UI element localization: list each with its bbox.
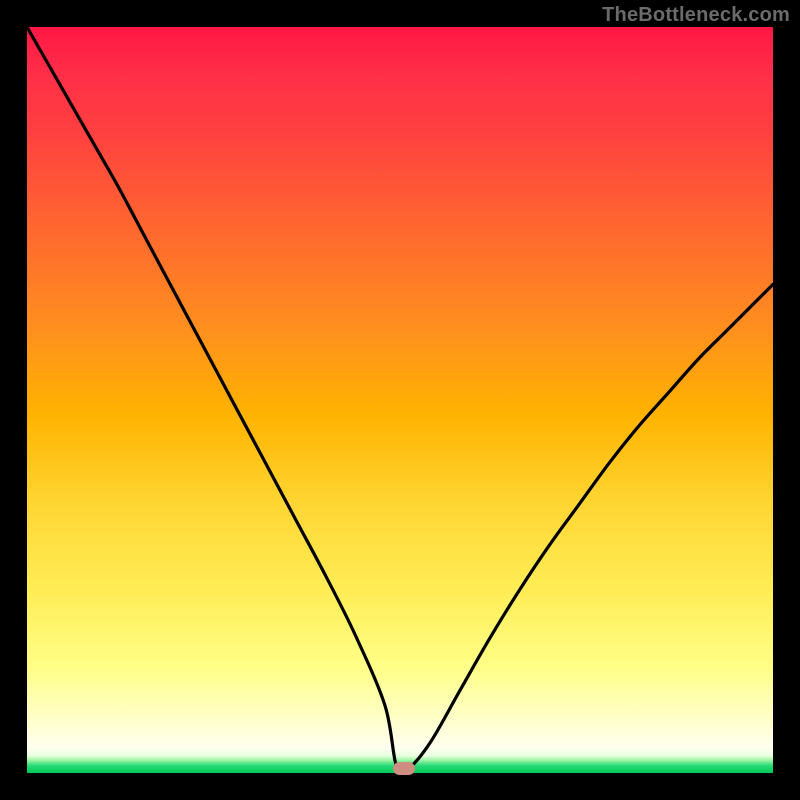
chart-frame: TheBottleneck.com — [0, 0, 800, 800]
watermark-text: TheBottleneck.com — [602, 4, 790, 27]
bottleneck-curve — [27, 27, 773, 773]
minimum-marker — [393, 762, 415, 775]
plot-area — [27, 27, 773, 773]
